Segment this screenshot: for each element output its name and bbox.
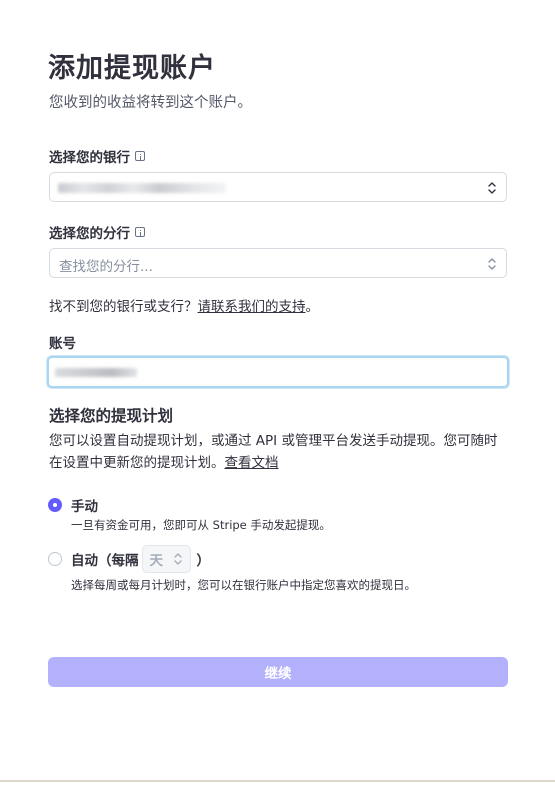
contact-support-link[interactable]: 请联系我们的支持 — [198, 299, 306, 315]
chevron-updown-icon — [488, 258, 496, 270]
continue-button[interactable]: 继续 — [48, 657, 508, 687]
payout-schedule-title: 选择您的提现计划 — [49, 407, 174, 425]
page-title: 添加提现账户 — [48, 53, 216, 84]
payout-interval-select[interactable]: 天 — [141, 545, 191, 573]
automatic-option-label-suffix: ） — [196, 553, 211, 569]
info-icon[interactable] — [135, 151, 145, 161]
chevron-updown-icon — [173, 553, 182, 565]
branch-select[interactable]: 查找您的分行... — [49, 248, 507, 278]
branch-label: 选择您的分行 — [49, 222, 145, 242]
manual-option-label: 手动 — [71, 499, 98, 515]
support-help-prefix: 找不到您的银行或支行？ — [49, 299, 198, 315]
bottom-divider — [0, 780, 555, 782]
account-number-label: 账号 — [49, 336, 76, 352]
support-help-text: 找不到您的银行或支行？请联系我们的支持。 — [49, 295, 319, 315]
automatic-radio[interactable] — [48, 552, 62, 566]
manual-option-description: 一旦有资金可用，您即可从 Stripe 手动发起提现。 — [71, 518, 331, 532]
page-subtitle: 您收到的收益将转到这个账户。 — [49, 95, 252, 111]
bank-value-redacted — [58, 183, 226, 193]
automatic-option-description: 选择每周或每月计划时，您可以在银行账户中指定您喜欢的提现日。 — [71, 578, 416, 592]
branch-placeholder: 查找您的分行... — [59, 259, 153, 275]
payout-schedule-description: 您可以设置自动提现计划，或通过 API 或管理平台发送手动提现。您可随时在设置中… — [49, 430, 509, 474]
bank-label: 选择您的银行 — [49, 146, 145, 166]
branch-label-text: 选择您的分行 — [49, 226, 130, 242]
view-docs-link[interactable]: 查看文档 — [225, 455, 279, 471]
automatic-payout-option[interactable]: 自动（每隔 天 ） — [48, 545, 210, 573]
manual-radio[interactable] — [48, 498, 62, 512]
chevron-updown-icon — [488, 182, 496, 194]
bank-select[interactable] — [49, 172, 507, 202]
support-help-suffix: 。 — [305, 299, 320, 315]
manual-payout-option[interactable]: 手动 — [48, 495, 98, 515]
bank-label-text: 选择您的银行 — [49, 150, 130, 166]
add-payout-account-page: 添加提现账户 您收到的收益将转到这个账户。 选择您的银行 选择您的分行 查找您的… — [0, 0, 555, 785]
account-number-input[interactable] — [47, 356, 509, 388]
account-value-redacted — [55, 368, 137, 377]
info-icon[interactable] — [135, 227, 145, 237]
payout-interval-value: 天 — [149, 553, 164, 569]
automatic-option-label-prefix: 自动（每隔 — [71, 553, 139, 569]
